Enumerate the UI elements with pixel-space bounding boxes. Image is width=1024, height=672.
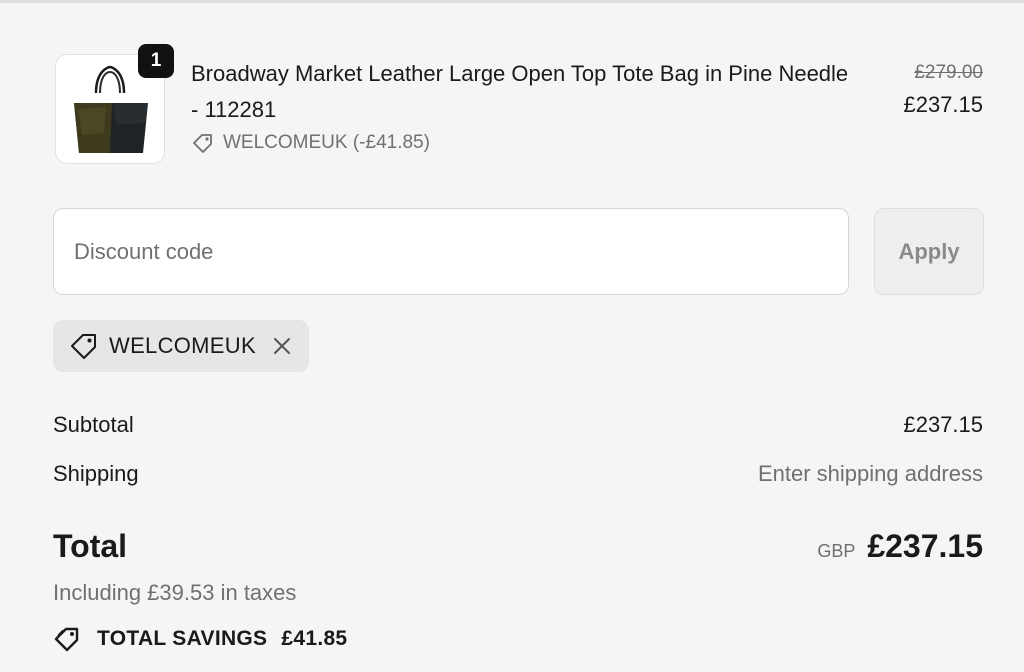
savings-value: £41.85	[281, 627, 348, 650]
original-price: £279.00	[914, 62, 983, 83]
top-divider	[0, 0, 1024, 3]
total-value-group: GBP £237.15	[817, 528, 983, 565]
currency-code: GBP	[817, 541, 856, 561]
applied-code-label: WELCOMEUK	[109, 333, 256, 358]
savings-tag-icon	[54, 627, 79, 652]
quantity-badge: 1	[138, 44, 174, 78]
total-label: Total	[53, 528, 128, 564]
applied-discount-chip: WELCOMEUK	[53, 320, 309, 372]
tag-icon	[71, 334, 96, 359]
product-title: Broadway Market Leather Large Open Top T…	[191, 61, 849, 122]
product-discount-label: WELCOMEUK (-£41.85)	[223, 132, 430, 153]
product-discount: WELCOMEUK (-£41.85)	[191, 130, 430, 156]
subtotal-value: £237.15	[903, 412, 983, 437]
total-savings: TOTAL SAVINGS £41.85	[53, 624, 347, 654]
subtotal-label: Subtotal	[53, 412, 134, 437]
shipping-value: Enter shipping address	[757, 461, 983, 486]
apply-button[interactable]: Apply	[874, 208, 984, 295]
discount-code-input[interactable]	[53, 208, 849, 295]
tag-icon	[193, 134, 212, 153]
current-price: £237.15	[903, 92, 983, 117]
total-amount: £237.15	[867, 528, 983, 564]
close-icon	[274, 338, 290, 354]
taxes-note: Including £39.53 in taxes	[53, 580, 297, 605]
remove-discount-button[interactable]	[271, 335, 293, 357]
savings-label: TOTAL SAVINGS	[97, 627, 268, 650]
shipping-label: Shipping	[53, 461, 139, 486]
